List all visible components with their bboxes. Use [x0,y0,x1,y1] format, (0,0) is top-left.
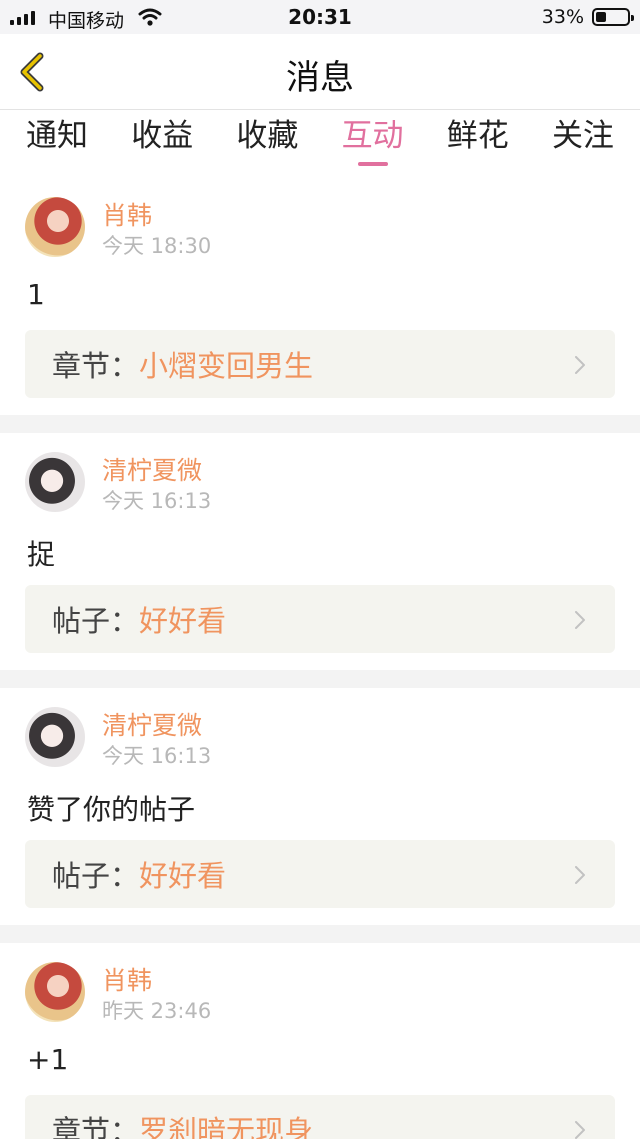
message-content: 捉 [27,538,56,571]
tab-follows[interactable]: 关注 [552,110,614,168]
tab-earnings[interactable]: 收益 [131,110,193,168]
battery-fill [596,12,606,22]
reference-link[interactable]: 章节： 小熠变回男生 [25,330,615,398]
reference-title: 好好看 [139,604,227,638]
message-card: 肖韩 今天 18:30 1 章节： 小熠变回男生 [0,178,640,415]
reference-link[interactable]: 章节： 罗刹暗无现身 [25,1095,615,1139]
message-card: 肖韩 昨天 23:46 +1 章节： 罗刹暗无现身 [0,943,640,1139]
reference-prefix: 章节： [52,349,140,383]
status-bar: 中国移动 20:31 33% [0,0,640,34]
user-name[interactable]: 清柠夏微 [102,451,202,487]
message-time: 今天 16:13 [102,744,212,768]
tab-notice[interactable]: 通知 [26,110,88,168]
chevron-right-icon [575,611,585,629]
reference-title: 好好看 [139,859,227,893]
message-content: +1 [27,1043,69,1076]
reference-link[interactable]: 帖子： 好好看 [25,585,615,653]
user-name[interactable]: 清柠夏微 [102,706,202,742]
battery-nub [631,15,634,21]
reference-title: 罗刹暗无现身 [139,1114,314,1139]
chevron-right-icon [575,866,585,884]
message-card: 清柠夏微 今天 16:13 捉 帖子： 好好看 [0,433,640,670]
tab-flowers[interactable]: 鲜花 [447,110,509,168]
chevron-right-icon [575,1121,585,1139]
reference-prefix: 帖子： [52,859,140,893]
message-list: 肖韩 今天 18:30 1 章节： 小熠变回男生 清柠夏微 今天 16:13 捉… [0,178,640,1139]
battery-percent: 33% [541,6,584,28]
tab-bar: 通知 收益 收藏 互动 鲜花 关注 [0,110,640,168]
reference-title: 小熠变回男生 [139,349,314,383]
chevron-right-icon [575,356,585,374]
reference-link[interactable]: 帖子： 好好看 [25,840,615,908]
message-content: 1 [27,278,45,311]
message-card: 清柠夏微 今天 16:13 赞了你的帖子 帖子： 好好看 [0,688,640,925]
reference-prefix: 帖子： [52,604,140,638]
nav-bar: 消息 [0,34,640,110]
page-title: 消息 [286,58,354,98]
user-name[interactable]: 肖韩 [102,961,152,997]
avatar[interactable] [25,452,85,512]
divider [0,670,640,688]
avatar[interactable] [25,707,85,767]
avatar[interactable] [25,962,85,1022]
tab-interaction[interactable]: 互动 [342,110,404,168]
message-time: 今天 18:30 [102,234,212,258]
avatar[interactable] [25,197,85,257]
message-time: 昨天 23:46 [102,999,212,1023]
divider [0,925,640,943]
reference-prefix: 章节： [52,1114,140,1139]
divider [0,415,640,433]
battery-icon [592,8,634,26]
user-name[interactable]: 肖韩 [102,196,152,232]
message-content: 赞了你的帖子 [27,793,196,826]
message-time: 今天 16:13 [102,489,212,513]
tab-favorites[interactable]: 收藏 [236,110,298,168]
